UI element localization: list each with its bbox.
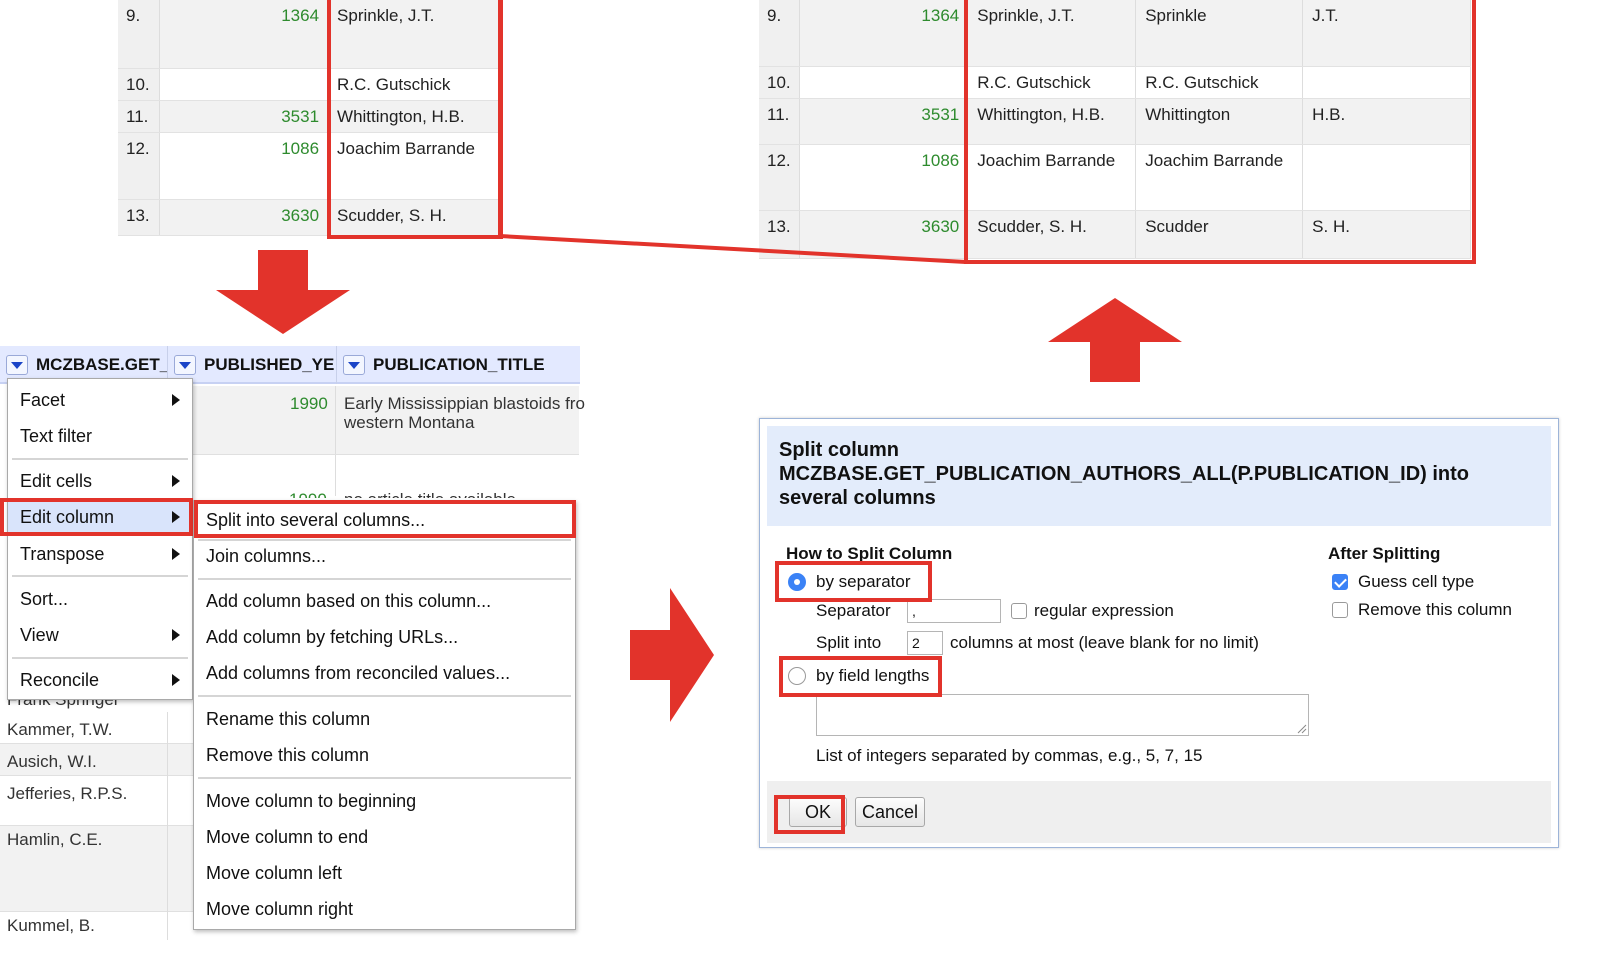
menu-item-label: Facet [20, 389, 66, 410]
menu-item-label: Move column to beginning [206, 790, 417, 811]
submenu-arrow-icon [172, 674, 180, 686]
menu-separator [198, 578, 571, 580]
column-header-label: MCZBASE.GET_ [36, 355, 168, 374]
table-row: Frank Springer [0, 700, 167, 712]
guess-cell-type-checkbox[interactable] [1332, 574, 1348, 590]
author-cell: Frank Springer [7, 700, 119, 710]
menu-item-move-column-to-beginning[interactable]: Move column to beginning [194, 784, 575, 818]
right-arrow-icon [630, 588, 714, 722]
row-divider [193, 454, 579, 455]
split-columns-highlight [194, 500, 576, 538]
menu-item-move-column-left[interactable]: Move column left [194, 856, 575, 890]
menu-item-rename-this-column[interactable]: Rename this column [194, 702, 575, 736]
after-splitting-heading: After Splitting [1328, 544, 1441, 563]
column-header-publication-title[interactable]: PUBLICATION_TITLE [337, 346, 580, 384]
menu-separator [12, 575, 188, 577]
column-header-label: PUBLICATION_TITLE [373, 355, 545, 374]
author-cell: Kummel, B. [7, 916, 95, 935]
column-dropdown-icon[interactable] [343, 355, 365, 375]
author-cell: Jefferies, R.P.S. [7, 784, 128, 803]
menu-item-label: Add column based on this column... [206, 590, 492, 611]
menu-item-move-column-right[interactable]: Move column right [194, 892, 575, 926]
table-row: 1990 no article title available [193, 486, 579, 498]
menu-item-sort[interactable]: Sort... [8, 582, 192, 616]
cell-divider [335, 386, 336, 496]
regular-expression-label: regular expression [1034, 601, 1174, 620]
cell-divider [167, 712, 168, 940]
menu-item-add-column-based-on-this-column[interactable]: Add column based on this column... [194, 584, 575, 618]
menu-item-label: Edit cells [20, 470, 93, 491]
menu-item-reconcile[interactable]: Reconcile [8, 663, 192, 697]
menu-item-label: Reconcile [20, 669, 100, 690]
split-column-dialog: Split column MCZBASE.GET_PUBLICATION_AUT… [759, 418, 1559, 848]
remove-this-column-label: Remove this column [1358, 600, 1513, 619]
menu-item-label: Rename this column [206, 708, 371, 729]
menu-item-view[interactable]: View [8, 618, 192, 652]
menu-separator [198, 777, 571, 779]
cancel-button[interactable]: Cancel [855, 797, 925, 827]
by-field-lengths-highlight [779, 656, 942, 697]
menu-item-label: Add columns from reconciled values... [206, 662, 511, 683]
guess-cell-type-label: Guess cell type [1358, 572, 1475, 591]
by-separator-highlight [775, 561, 932, 602]
menu-item-label: Sort... [20, 588, 69, 609]
menu-item-label: Move column to end [206, 826, 369, 847]
submenu-arrow-icon [172, 548, 180, 560]
split-into-label: Split into [816, 633, 882, 652]
menu-item-label: Join columns... [206, 545, 327, 566]
down-arrow-icon [216, 250, 350, 334]
published-year-cell: 1990 [290, 394, 328, 413]
menu-item-text-filter[interactable]: Text filter [8, 419, 192, 453]
dialog-footer: OK Cancel [767, 781, 1551, 843]
menu-separator [12, 458, 188, 460]
resize-handle-icon[interactable] [1297, 724, 1307, 734]
menu-item-label: Move column right [206, 898, 354, 919]
menu-item-facet[interactable]: Facet [8, 383, 192, 417]
ok-button-highlight [774, 795, 845, 834]
submenu-arrow-icon [172, 394, 180, 406]
columns-at-most-label: columns at most (leave blank for no limi… [950, 633, 1259, 652]
menu-item-remove-this-column[interactable]: Remove this column [194, 738, 575, 772]
menu-item-label: Transpose [20, 543, 105, 564]
field-lengths-hint: List of integers separated by commas, e.… [816, 746, 1203, 765]
edit-column-highlight [0, 498, 193, 536]
publication-title-cell: Early Mississippian blastoids fro [344, 394, 585, 413]
menu-item-add-column-by-fetching-urls[interactable]: Add column by fetching URLs... [194, 620, 575, 654]
column-dropdown-icon[interactable] [174, 355, 196, 375]
menu-item-label: Text filter [20, 425, 93, 446]
column-header-label: PUBLISHED_YE [204, 355, 335, 374]
menu-item-move-column-to-end[interactable]: Move column to end [194, 820, 575, 854]
publication-title-cell: no article title available [344, 490, 516, 498]
author-cell: Hamlin, C.E. [7, 830, 103, 849]
author-cell: Ausich, W.I. [7, 752, 97, 771]
column-menu: Facet Text filter Edit cells Edit column… [7, 378, 193, 700]
separator-label: Separator [816, 601, 891, 620]
menu-separator [198, 695, 571, 697]
column-header-published-year[interactable]: PUBLISHED_YE [168, 346, 337, 384]
remove-this-column-checkbox[interactable] [1332, 602, 1348, 618]
menu-item-transpose[interactable]: Transpose [8, 537, 192, 571]
menu-separator [12, 657, 188, 659]
submenu-arrow-icon [172, 475, 180, 487]
dialog-title: Split column MCZBASE.GET_PUBLICATION_AUT… [767, 426, 1551, 526]
edit-column-submenu: Split into several columns... Join colum… [193, 500, 576, 930]
separator-input[interactable] [907, 599, 1001, 623]
menu-item-edit-cells[interactable]: Edit cells [8, 464, 192, 498]
published-year-cell: 1990 [289, 490, 327, 498]
author-cell: Kammer, T.W. [7, 720, 113, 739]
regular-expression-checkbox[interactable] [1011, 603, 1027, 619]
submenu-arrow-icon [172, 629, 180, 641]
column-dropdown-icon[interactable] [6, 355, 28, 375]
menu-item-add-columns-from-reconciled-values[interactable]: Add columns from reconciled values... [194, 656, 575, 690]
menu-item-label: View [20, 624, 59, 645]
up-arrow-icon [1048, 298, 1182, 382]
menu-item-label: Move column left [206, 862, 343, 883]
menu-item-join-columns[interactable]: Join columns... [194, 539, 575, 573]
split-into-input[interactable] [907, 631, 943, 655]
field-lengths-textarea[interactable] [816, 694, 1309, 736]
publication-title-cell: western Montana [344, 413, 475, 432]
menu-item-label: Add column by fetching URLs... [206, 626, 459, 647]
menu-item-label: Remove this column [206, 744, 370, 765]
